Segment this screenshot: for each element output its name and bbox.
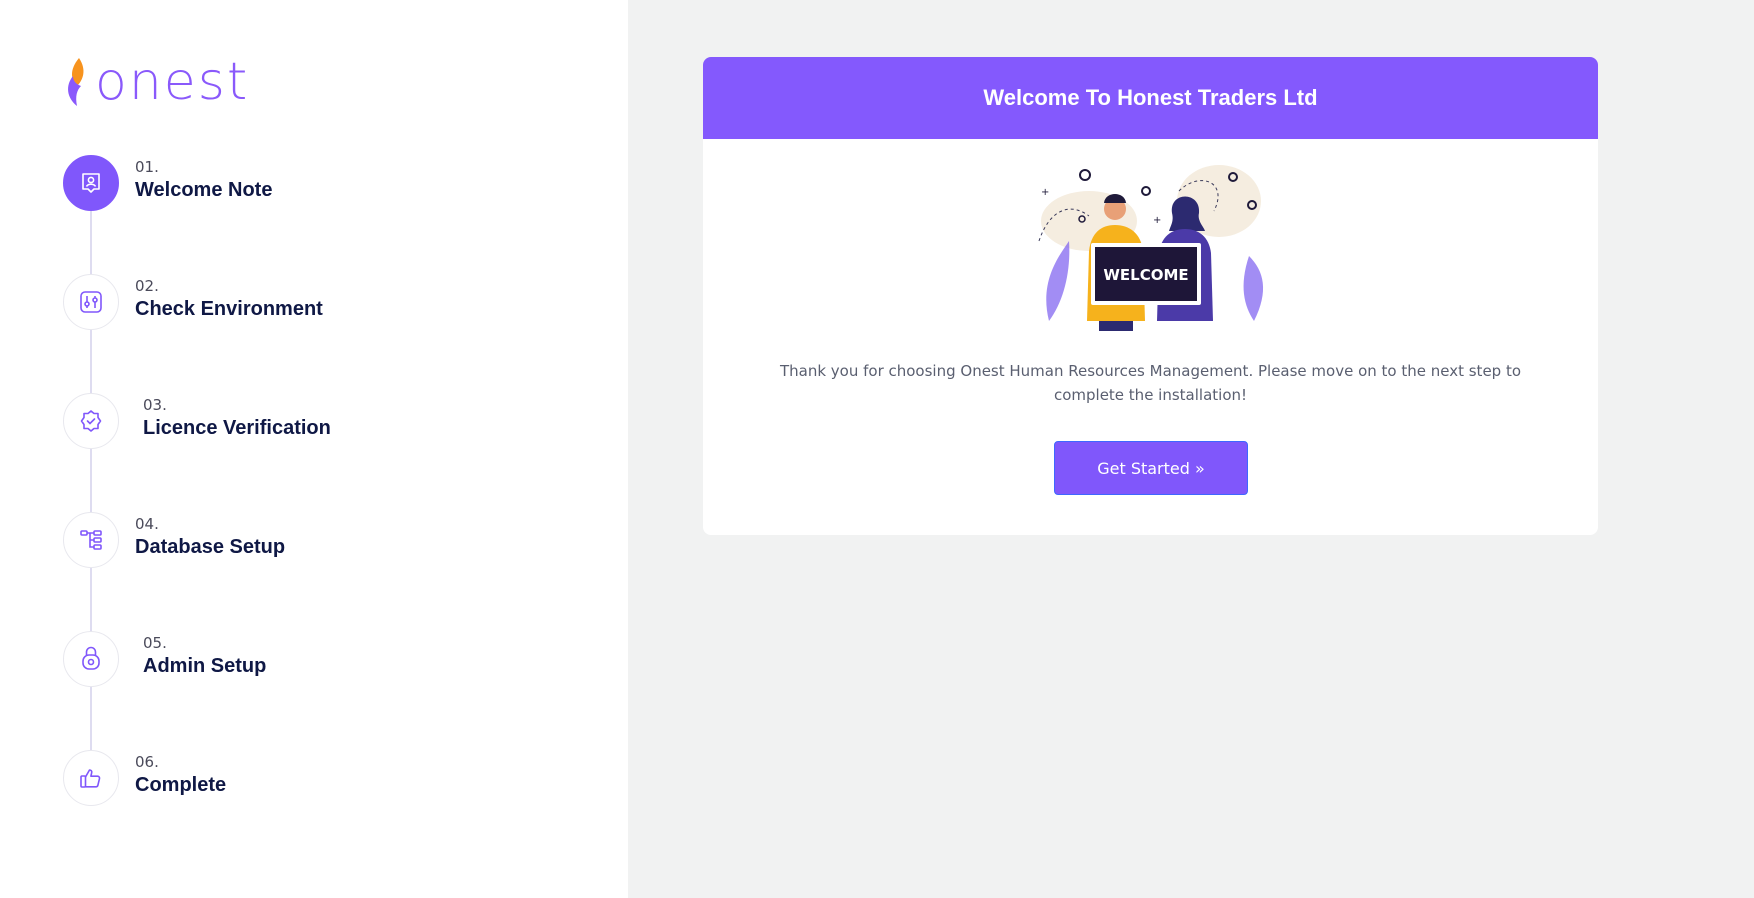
step-number: 05. xyxy=(143,634,167,652)
step-connector xyxy=(90,568,92,632)
step-icon-circle xyxy=(63,750,119,806)
step-connector xyxy=(90,330,92,394)
sliders-icon xyxy=(80,291,102,313)
welcome-card: Welcome To Honest Traders Ltd + + WELCOM… xyxy=(703,57,1598,535)
flame-logo-icon xyxy=(68,58,84,106)
step-number: 02. xyxy=(135,277,159,295)
get-started-button[interactable]: Get Started » xyxy=(1054,441,1248,495)
user-badge-icon xyxy=(82,173,100,193)
step-check-environment[interactable]: 02. Check Environment xyxy=(63,274,583,334)
thumbs-up-icon xyxy=(80,769,101,788)
step-icon-circle xyxy=(63,512,119,568)
step-number: 03. xyxy=(143,396,167,414)
welcome-message: Thank you for choosing Onest Human Resou… xyxy=(779,362,1522,404)
step-title: Database Setup xyxy=(135,536,286,558)
step-number: 01. xyxy=(135,158,159,176)
step-title: Admin Setup xyxy=(143,655,267,677)
svg-text:+: + xyxy=(1153,215,1161,226)
card-title: Welcome To Honest Traders Ltd xyxy=(983,85,1318,110)
welcome-illustration: + + WELCOME xyxy=(1038,165,1264,331)
step-connector xyxy=(90,687,92,751)
step-title: Licence Verification xyxy=(143,417,331,439)
verified-badge-icon xyxy=(80,410,102,432)
install-steps-sidebar: onest 01. Welcome Note 02. Check Environ… xyxy=(0,0,628,898)
step-database-setup[interactable]: 04. Database Setup xyxy=(63,512,583,572)
brand-logo: onest xyxy=(63,56,249,108)
step-connector xyxy=(90,211,92,275)
card-header: Welcome To Honest Traders Ltd xyxy=(703,57,1598,139)
step-licence-verification[interactable]: 03. Licence Verification xyxy=(63,393,583,453)
svg-text:+: + xyxy=(1041,187,1049,198)
illustration-sign-text: WELCOME xyxy=(1103,266,1188,284)
step-connector xyxy=(90,449,92,513)
step-welcome-note[interactable]: 01. Welcome Note xyxy=(63,155,583,215)
logo-text: onest xyxy=(95,52,250,112)
hierarchy-icon xyxy=(80,530,102,550)
lock-icon xyxy=(82,646,100,670)
step-complete[interactable]: 06. Complete xyxy=(63,750,583,810)
step-icon-circle xyxy=(63,274,119,330)
step-icon-circle xyxy=(63,393,119,449)
step-number: 06. xyxy=(135,753,159,771)
step-title: Check Environment xyxy=(135,298,323,320)
step-title: Welcome Note xyxy=(135,179,273,201)
step-number: 04. xyxy=(135,515,159,533)
step-admin-setup[interactable]: 05. Admin Setup xyxy=(63,631,583,691)
step-title: Complete xyxy=(135,774,227,796)
step-icon-circle xyxy=(63,631,119,687)
step-icon-circle xyxy=(63,155,119,211)
